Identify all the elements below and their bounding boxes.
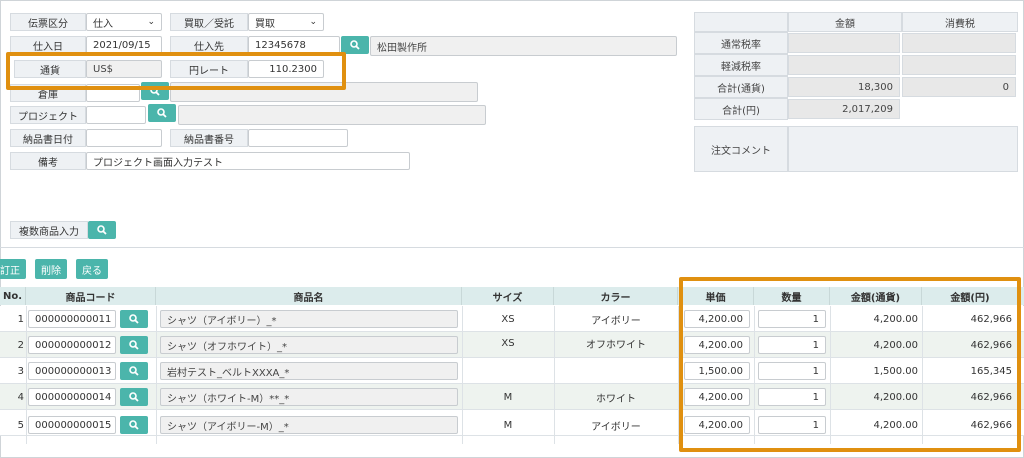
remarks-label: 備考 bbox=[10, 152, 86, 170]
product-search-button[interactable] bbox=[120, 388, 148, 406]
supplier-search-button[interactable] bbox=[341, 36, 369, 54]
col-divider bbox=[554, 306, 555, 444]
search-icon bbox=[129, 420, 139, 430]
purchase-sale-value: 買取 bbox=[255, 18, 275, 30]
col-header-size: サイズ bbox=[462, 287, 554, 305]
color-cell bbox=[554, 358, 678, 384]
search-icon bbox=[157, 108, 167, 118]
totals-row-label: 合計(円) bbox=[694, 98, 788, 120]
row-no: 1 bbox=[17, 313, 24, 325]
highlight-box-amounts bbox=[679, 277, 1021, 452]
supplier-name-field: 松田製作所 bbox=[370, 36, 677, 56]
delete-button[interactable]: 削除 bbox=[35, 259, 67, 279]
delivery-no-input[interactable] bbox=[248, 129, 348, 147]
size-cell: XS bbox=[501, 313, 515, 325]
delivery-date-label: 納品書日付 bbox=[10, 129, 86, 147]
chevron-down-icon: ⌄ bbox=[309, 17, 317, 27]
search-icon bbox=[350, 40, 360, 50]
totals-row-label: 合計(通貨) bbox=[694, 76, 788, 98]
search-icon bbox=[129, 340, 139, 350]
col-divider bbox=[462, 306, 463, 444]
multi-input-label: 複数商品入力 bbox=[10, 221, 88, 239]
totals-sum-yen-amount: 2,017,209 bbox=[788, 99, 900, 119]
project-search-button[interactable] bbox=[148, 104, 176, 122]
product-search-button[interactable] bbox=[120, 336, 148, 354]
size-cell: XS bbox=[501, 337, 515, 349]
highlight-box-rate bbox=[6, 52, 346, 90]
product-code-input[interactable]: 000000000015 bbox=[28, 416, 116, 434]
search-icon bbox=[129, 392, 139, 402]
product-search-button[interactable] bbox=[120, 416, 148, 434]
slip-type-label: 伝票区分 bbox=[10, 13, 86, 31]
col-divider bbox=[156, 306, 157, 444]
totals-row-label: 通常税率 bbox=[694, 32, 788, 54]
product-code-input[interactable]: 000000000014 bbox=[28, 388, 116, 406]
col-header-code: 商品コード bbox=[26, 287, 156, 305]
purchase-sale-select[interactable]: 買取 ⌄ bbox=[248, 13, 324, 31]
row-no: 2 bbox=[17, 339, 24, 351]
totals-corner bbox=[694, 12, 788, 32]
totals-row-tax bbox=[902, 55, 1016, 75]
color-cell: オフホワイト bbox=[586, 339, 646, 351]
slip-type-value: 仕入 bbox=[93, 18, 113, 30]
col-header-color: カラー bbox=[554, 287, 678, 305]
row-no: 5 bbox=[17, 419, 24, 431]
product-search-button[interactable] bbox=[120, 310, 148, 328]
search-icon bbox=[129, 314, 139, 324]
row-no: 4 bbox=[17, 391, 24, 403]
color-cell: ホワイト bbox=[596, 393, 636, 405]
multi-input-search-button[interactable] bbox=[88, 221, 116, 239]
delivery-no-label: 納品書番号 bbox=[170, 129, 248, 147]
size-cell bbox=[462, 358, 554, 384]
totals-row-label: 軽減税率 bbox=[694, 54, 788, 76]
size-cell: M bbox=[503, 391, 513, 403]
search-icon bbox=[97, 225, 107, 235]
slip-type-select[interactable]: 仕入 ⌄ bbox=[86, 13, 162, 31]
search-icon bbox=[129, 366, 139, 376]
col-header-no: No. bbox=[0, 287, 26, 305]
project-label: プロジェクト bbox=[10, 106, 86, 124]
totals-header-tax: 消費税 bbox=[902, 12, 1018, 32]
product-code-input[interactable]: 000000000013 bbox=[28, 362, 116, 380]
color-cell: アイボリー bbox=[591, 421, 641, 433]
totals-sum-currency-amount: 18,300 bbox=[788, 77, 900, 97]
order-comment-field[interactable] bbox=[788, 126, 1018, 172]
row-no: 3 bbox=[17, 365, 24, 377]
col-header-name: 商品名 bbox=[156, 287, 462, 305]
product-name-field: シャツ（アイボリー-M）_* bbox=[160, 416, 458, 434]
chevron-down-icon: ⌄ bbox=[147, 17, 155, 27]
product-search-button[interactable] bbox=[120, 362, 148, 380]
col-divider bbox=[26, 306, 27, 444]
product-name-field: シャツ（アイボリー）_* bbox=[160, 310, 458, 328]
color-cell: アイボリー bbox=[591, 315, 641, 327]
back-button[interactable]: 戻る bbox=[76, 259, 108, 279]
product-name-field: 岩村テスト_ベルトXXXA_* bbox=[160, 362, 458, 380]
product-code-input[interactable]: 000000000012 bbox=[28, 336, 116, 354]
product-name-field: シャツ（オフホワイト）_* bbox=[160, 336, 458, 354]
correct-button[interactable]: 訂正 bbox=[0, 259, 26, 279]
delivery-date-input[interactable] bbox=[86, 129, 162, 147]
purchase-sale-label: 買取／受託 bbox=[170, 13, 248, 31]
remarks-input[interactable]: プロジェクト画面入力テスト bbox=[86, 152, 410, 170]
totals-row-amount bbox=[788, 33, 900, 53]
section-divider bbox=[0, 247, 1024, 248]
totals-row-tax bbox=[902, 33, 1016, 53]
totals-row-amount bbox=[788, 55, 900, 75]
order-comment-label: 注文コメント bbox=[694, 126, 788, 172]
size-cell: M bbox=[503, 419, 513, 431]
totals-header-amount: 金額 bbox=[788, 12, 902, 32]
project-code-input[interactable] bbox=[86, 106, 146, 124]
product-code-input[interactable]: 000000000011 bbox=[28, 310, 116, 328]
product-name-field: シャツ（ホワイト-M）**_* bbox=[160, 388, 458, 406]
totals-sum-currency-tax: 0 bbox=[902, 77, 1016, 97]
project-name-field bbox=[178, 105, 486, 125]
